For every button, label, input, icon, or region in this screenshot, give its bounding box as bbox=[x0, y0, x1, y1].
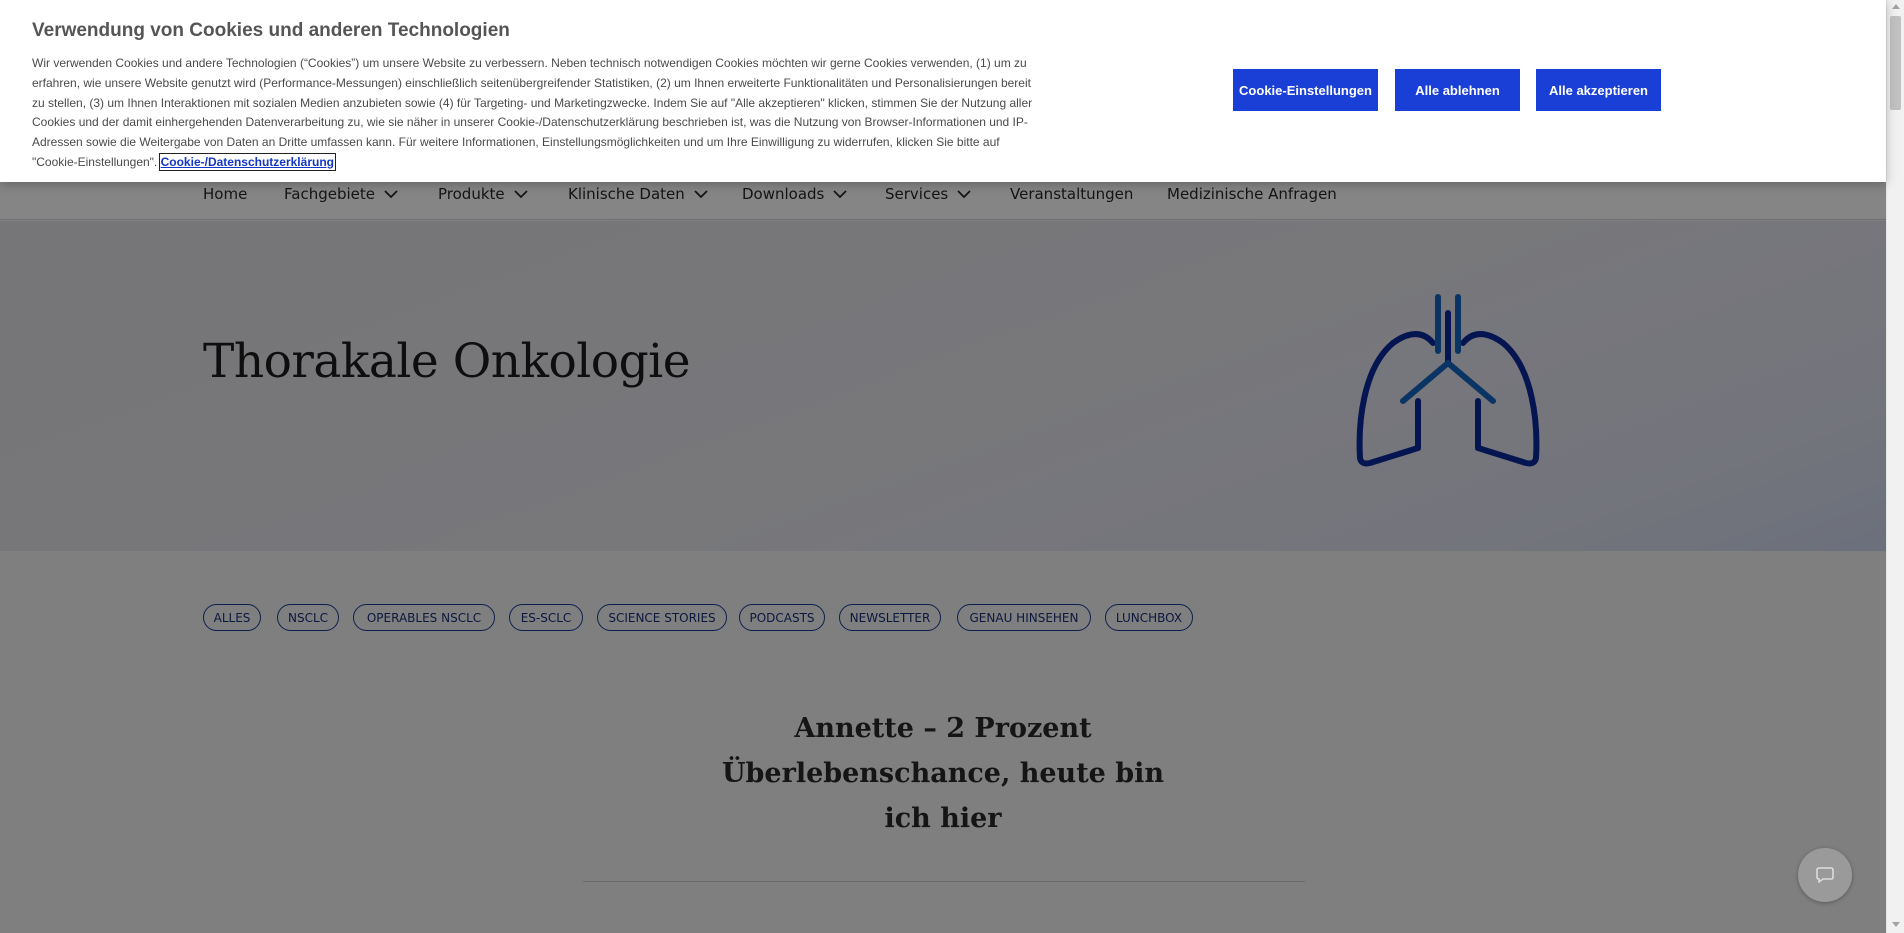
reject-all-button[interactable]: Alle ablehnen bbox=[1395, 69, 1520, 111]
cookie-banner: Verwendung von Cookies und anderen Techn… bbox=[0, 0, 1886, 182]
scrollbar[interactable] bbox=[1886, 0, 1904, 933]
scroll-down-arrow-icon[interactable] bbox=[1892, 922, 1900, 927]
privacy-policy-link[interactable]: Cookie-/Datenschutzerklärung bbox=[158, 152, 336, 171]
chat-button[interactable] bbox=[1798, 848, 1852, 902]
cookie-banner-body: Wir verwenden Cookies und andere Technol… bbox=[32, 56, 1033, 169]
cookie-banner-text: Wir verwenden Cookies und andere Technol… bbox=[32, 54, 1042, 173]
scrollbar-thumb[interactable] bbox=[1890, 16, 1901, 110]
chat-icon bbox=[1816, 867, 1834, 883]
scroll-up-arrow-icon[interactable] bbox=[1892, 4, 1900, 9]
cookie-banner-title: Verwendung von Cookies und anderen Techn… bbox=[32, 20, 510, 41]
cookie-settings-button[interactable]: Cookie-Einstellungen bbox=[1233, 69, 1378, 111]
accept-all-button[interactable]: Alle akzeptieren bbox=[1536, 69, 1661, 111]
